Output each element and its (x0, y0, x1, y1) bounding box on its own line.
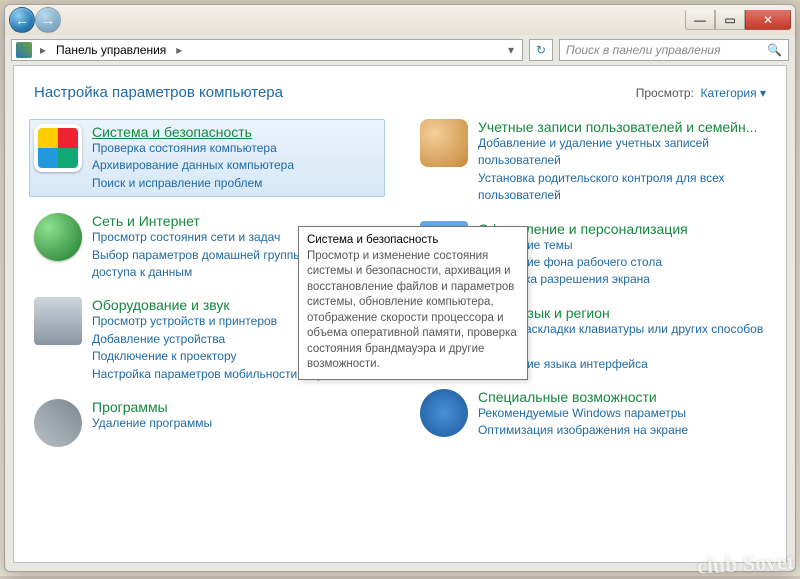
breadcrumb-label: Панель управления (50, 43, 172, 57)
category-title[interactable]: Программы (92, 399, 168, 415)
task-link[interactable]: Рекомендуемые Windows параметры (478, 405, 766, 422)
search-input[interactable]: Поиск в панели управления 🔍 (559, 39, 789, 61)
back-button[interactable]: ← (9, 7, 35, 33)
chevron-right-icon: ▸ (36, 43, 50, 57)
tooltip: Система и безопасность Просмотр и измене… (298, 226, 528, 380)
category-body: Система и безопасностьПроверка состояния… (92, 124, 380, 192)
task-link[interactable]: Проверка состояния компьютера (92, 140, 380, 157)
page-title: Настройка параметров компьютера (34, 84, 283, 101)
task-link[interactable]: Поиск и исправление проблем (92, 175, 380, 192)
task-link[interactable]: Удаление программы (92, 415, 380, 432)
content-area: Настройка параметров компьютера Просмотр… (13, 65, 787, 563)
view-selector: Просмотр: Категория ▾ (636, 86, 766, 100)
address-bar[interactable]: ▸ Панель управления ▸ ▾ (11, 39, 523, 61)
tooltip-title: Система и безопасность (307, 233, 519, 249)
dropdown-icon[interactable]: ▾ (504, 43, 518, 57)
task-link[interactable]: Оптимизация изображения на экране (478, 422, 766, 439)
access-icon (420, 389, 468, 437)
chevron-right-icon: ▸ (172, 43, 186, 57)
category: ПрограммыУдаление программы (34, 399, 380, 447)
view-label: Просмотр: (636, 86, 694, 100)
task-link[interactable]: Добавление и удаление учетных записей по… (478, 135, 766, 170)
category-title[interactable]: Система и безопасность (92, 124, 252, 140)
system-icon (34, 124, 82, 172)
users-icon (420, 119, 468, 167)
refresh-button[interactable]: ↻ (529, 39, 553, 61)
network-icon (34, 213, 82, 261)
maximize-button[interactable]: ▭ (715, 10, 745, 30)
close-button[interactable]: ✕ (745, 10, 791, 30)
hardware-icon (34, 297, 82, 345)
titlebar: ← → — ▭ ✕ (5, 5, 795, 35)
category-title[interactable]: Оборудование и звук (92, 297, 230, 313)
control-panel-icon (16, 42, 32, 58)
search-icon: 🔍 (767, 43, 782, 57)
view-mode-link[interactable]: Категория ▾ (701, 86, 766, 100)
task-link[interactable]: Архивирование данных компьютера (92, 157, 380, 174)
category: Учетные записи пользователей и семейн...… (420, 119, 766, 205)
tooltip-body: Просмотр и изменение состояния системы и… (307, 249, 519, 373)
category-title[interactable]: Сеть и Интернет (92, 213, 200, 229)
breadcrumb[interactable]: ▸ Панель управления ▸ (36, 40, 186, 60)
address-row: ▸ Панель управления ▸ ▾ ↻ Поиск в панели… (5, 35, 795, 65)
category: Специальные возможностиРекомендуемые Win… (420, 389, 766, 440)
category-title[interactable]: Специальные возможности (478, 389, 657, 405)
task-link[interactable]: Установка родительского контроля для все… (478, 170, 766, 205)
search-placeholder: Поиск в панели управления (566, 43, 721, 57)
category: Система и безопасностьПроверка состояния… (29, 119, 385, 197)
window-frame: ← → — ▭ ✕ ▸ Панель управления ▸ ▾ ↻ Поис… (4, 4, 796, 572)
forward-button[interactable]: → (35, 7, 61, 33)
minimize-button[interactable]: — (685, 10, 715, 30)
programs-icon (34, 399, 82, 447)
category-title[interactable]: Учетные записи пользователей и семейн... (478, 119, 757, 135)
category-body: ПрограммыУдаление программы (92, 399, 380, 447)
category-body: Специальные возможностиРекомендуемые Win… (478, 389, 766, 440)
category-body: Учетные записи пользователей и семейн...… (478, 119, 766, 205)
